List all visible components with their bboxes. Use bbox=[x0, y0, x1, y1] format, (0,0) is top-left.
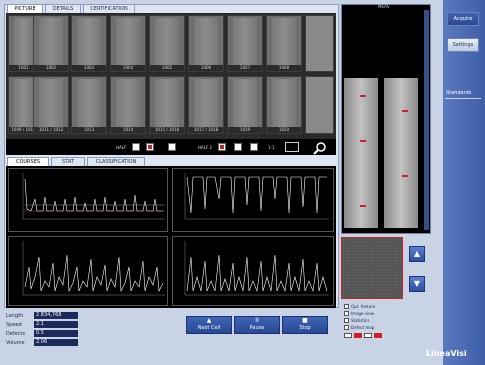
strip-scrollbar[interactable] bbox=[424, 10, 429, 230]
stat-value-speed: 2.1 bbox=[34, 321, 78, 328]
pause-label: Pause bbox=[249, 325, 265, 331]
strip-title: MEAS bbox=[378, 4, 390, 9]
tab-details[interactable]: DETAILS bbox=[45, 4, 81, 13]
right-sidebar bbox=[443, 0, 485, 365]
option-checkbox[interactable] bbox=[344, 304, 349, 309]
next-cell-button[interactable]: ▲ Next Cell bbox=[186, 316, 232, 334]
pause-button[interactable]: II Pause bbox=[234, 316, 280, 334]
strip-marker bbox=[360, 205, 366, 207]
tab-picture[interactable]: PICTURE bbox=[7, 4, 43, 13]
brand-logo: LineaVisi bbox=[426, 349, 467, 358]
zoom-label: 1:1 bbox=[268, 145, 275, 150]
option-checkbox[interactable] bbox=[344, 311, 349, 316]
option-label: Image view bbox=[351, 311, 375, 316]
thumbnail[interactable]: 1005 bbox=[149, 15, 185, 72]
color-swatch bbox=[364, 333, 372, 338]
settings-button[interactable]: Settings bbox=[447, 38, 479, 52]
thumbnail[interactable]: 1020 bbox=[266, 76, 302, 134]
thumbnail[interactable]: 1017 / 1018 bbox=[188, 76, 224, 134]
stat-value-length: 2 834,768 bbox=[34, 312, 78, 319]
option-label: Opt. feature bbox=[351, 304, 376, 309]
tab-stat[interactable]: STAT bbox=[51, 157, 85, 166]
stat-label-defects: Defects bbox=[6, 331, 26, 337]
thumbnail[interactable]: 1019 bbox=[227, 76, 263, 134]
toolbar-mid-label: HALF 2 bbox=[198, 145, 213, 150]
color-swatch bbox=[354, 333, 362, 338]
arrow-up-icon: ▲ bbox=[206, 317, 212, 324]
toolbar-record-button[interactable] bbox=[218, 143, 226, 151]
thumbnail-caption: 1008 bbox=[267, 65, 301, 71]
stat-label-speed: Speed bbox=[6, 322, 22, 328]
stat-label-length: Length bbox=[6, 313, 24, 319]
thumbnail-caption: 1013 bbox=[72, 127, 106, 133]
toolbar-record-button[interactable] bbox=[146, 143, 154, 151]
stop-icon: ■ bbox=[302, 317, 308, 324]
thumbnail[interactable]: 1004 bbox=[110, 15, 146, 72]
next-cell-label: Next Cell bbox=[197, 325, 221, 331]
option-label: Statistics bbox=[351, 318, 370, 323]
stop-button[interactable]: ■ Stop bbox=[282, 316, 328, 334]
thumbnail-caption: 1002 bbox=[34, 65, 68, 71]
strip-marker bbox=[360, 95, 366, 97]
thumbnail-caption: 1017 / 1018 bbox=[189, 127, 223, 133]
thumbnail-caption: 1004 bbox=[111, 65, 145, 71]
thumbnail-caption: 1019 bbox=[228, 127, 262, 133]
strip-marker bbox=[402, 110, 408, 112]
arrow-down-button[interactable]: ▼ bbox=[409, 276, 425, 292]
thumbnail[interactable]: 1007 bbox=[227, 15, 263, 72]
arrow-up-button[interactable]: ▲ bbox=[409, 246, 425, 262]
thumbnail-partial[interactable] bbox=[305, 15, 334, 72]
sidebar-divider bbox=[445, 98, 481, 99]
toolbar-checkbox[interactable] bbox=[168, 143, 176, 151]
stat-value-volume: 2.06 bbox=[34, 339, 78, 346]
thumbnail-partial[interactable] bbox=[305, 76, 334, 134]
tab-classification[interactable]: CLASSIFICATION bbox=[87, 157, 145, 166]
plot-bottom-left bbox=[8, 236, 168, 306]
thumbnail[interactable]: 1008 bbox=[266, 15, 302, 72]
option-label: Defect map bbox=[351, 325, 375, 330]
thumbnail[interactable]: 1006 bbox=[188, 15, 224, 72]
strip-right bbox=[384, 78, 418, 228]
thumbnail-caption: 1020 bbox=[267, 127, 301, 133]
thumbnail[interactable]: 1013 bbox=[71, 76, 107, 134]
tab-courses[interactable]: COURSES bbox=[7, 157, 49, 166]
thumbnail-caption: 1006 bbox=[189, 65, 223, 71]
thumbnail[interactable]: 1003 bbox=[71, 15, 107, 72]
thumbnail[interactable]: 1015 / 1016 bbox=[149, 76, 185, 134]
tab-certification[interactable]: CERTIFICATION bbox=[83, 4, 135, 13]
thumbnail-caption: 1007 bbox=[228, 65, 262, 71]
thumbnail-caption: 1015 / 1016 bbox=[150, 127, 184, 133]
option-checkbox[interactable] bbox=[344, 325, 349, 330]
option-checkbox[interactable] bbox=[344, 318, 349, 323]
toolbar-checkbox[interactable] bbox=[234, 143, 242, 151]
thumbnail[interactable]: 1014 bbox=[110, 76, 146, 134]
preview-panel bbox=[341, 237, 403, 299]
color-swatch bbox=[344, 333, 352, 338]
acquire-button[interactable]: Acquire bbox=[447, 12, 479, 26]
plot-bottom-right bbox=[172, 236, 334, 306]
thumbnail-caption: 1011 / 1012 bbox=[34, 127, 68, 133]
pause-icon: II bbox=[255, 317, 259, 324]
standards-label: Standards bbox=[446, 90, 472, 96]
magnifier-icon[interactable] bbox=[312, 140, 328, 155]
color-swatch bbox=[374, 333, 382, 338]
toolbar-checkbox[interactable] bbox=[132, 143, 140, 151]
plot-top-left bbox=[8, 168, 168, 232]
toolbar-left-label: HALF bbox=[116, 145, 127, 150]
stop-label: Stop bbox=[299, 325, 311, 331]
strip-marker bbox=[360, 140, 366, 142]
toolbar-checkbox[interactable] bbox=[250, 143, 258, 151]
thumbnail[interactable]: 1002 bbox=[33, 15, 69, 72]
strip-marker bbox=[402, 175, 408, 177]
stat-value-defects: 0.5 bbox=[34, 330, 78, 337]
thumbnail-caption: 1014 bbox=[111, 127, 145, 133]
zoom-box[interactable] bbox=[285, 142, 299, 152]
thumbnail-caption: 1005 bbox=[150, 65, 184, 71]
plot-top-right bbox=[172, 168, 334, 232]
stat-label-volume: Volume bbox=[6, 340, 25, 346]
thumbnail[interactable]: 1011 / 1012 bbox=[33, 76, 69, 134]
thumbnail-caption: 1003 bbox=[72, 65, 106, 71]
